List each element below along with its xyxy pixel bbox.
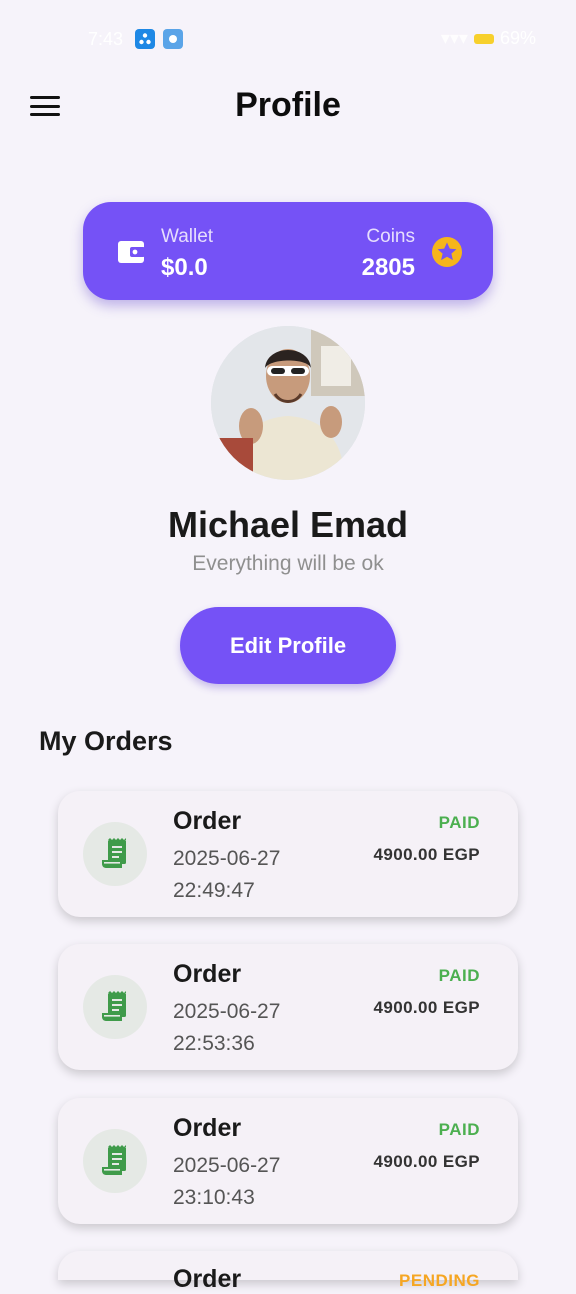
star-coin-icon [432,237,462,267]
order-card[interactable]: Order 2025-06-27 23:10:43 PAID 4900.00 EG… [58,1098,518,1224]
receipt-icon [83,822,147,886]
user-bio: Everything will be ok [192,552,384,575]
order-title: Order [173,807,242,835]
battery-icon [473,33,494,44]
page-title: Profile [235,86,341,124]
order-card[interactable]: Order 2025-06-27 22:53:36 PAID 4900.00 EG… [58,944,518,1070]
order-amount: 4900.00 EGP [373,1152,480,1171]
order-datetime: 2025-06-27 23:10:43 [173,1154,281,1209]
receipt-icon [83,975,147,1039]
coins-balance: 2805 [361,254,415,281]
wallet-balance: $0.0 [161,254,208,281]
wallet-label: Wallet [161,226,214,247]
status-time: 7:43 [88,28,124,49]
order-amount: 4900.00 EGP [373,845,480,864]
app-notification-icon [135,29,156,49]
receipt-icon [83,1129,147,1193]
order-title: Order [173,960,242,988]
user-name: Michael Emad [167,504,409,545]
edit-profile-button[interactable]: Edit Profile [180,607,396,684]
signal-icons: ▾▾▾ [440,28,468,48]
order-status-badge: PAID [438,1120,480,1139]
battery-percent: 69% [499,28,536,48]
order-card[interactable]: Order 2025-06-27 22:49:47 PAID 4900.00 EG… [58,791,518,917]
app-bar: Profile [0,78,576,134]
coins-label: Coins [366,226,415,247]
my-orders-title: My Orders [39,726,173,756]
order-card[interactable]: Order PENDING [58,1251,518,1293]
order-datetime: 2025-06-27 22:49:47 [173,847,281,902]
order-datetime: 2025-06-27 22:53:36 [173,1000,281,1055]
avatar[interactable] [211,326,365,480]
order-status-badge: PAID [438,966,480,985]
weather-notification-icon [163,29,184,49]
order-status-badge: PENDING [399,1271,480,1290]
wallet-icon [118,241,145,263]
status-bar: 7:43 ▾▾▾ 69% [0,0,576,78]
wallet-card[interactable]: Wallet $0.0 Coins 2805 [83,202,493,300]
order-title: Order [173,1114,242,1142]
order-status-badge: PAID [438,813,480,832]
status-indicators: ▾▾▾ 69% [441,28,536,49]
order-amount: 4900.00 EGP [373,998,480,1017]
